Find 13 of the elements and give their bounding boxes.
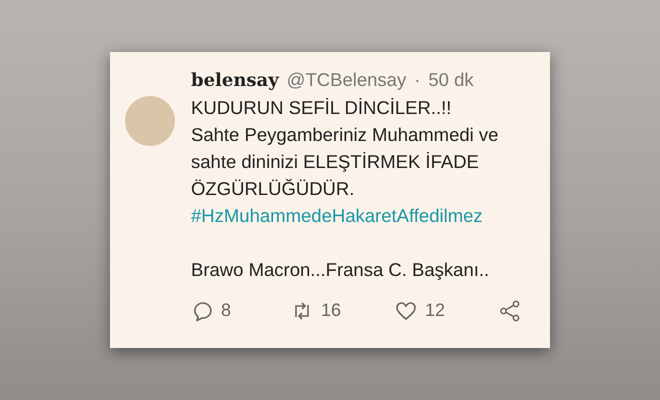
like-count: 12	[425, 299, 446, 322]
retweet-count: 16	[321, 299, 342, 322]
separator: ·	[414, 68, 420, 92]
hashtag-link[interactable]: #HzMuhammedeHakaretAffedilmez	[191, 202, 540, 229]
tweet-text: Sahte Peygamberiniz Muhammedi ve	[191, 123, 500, 147]
tweet-text: Brawo Macron...Fransa C. Başkanı..	[191, 258, 490, 282]
tweet-text: KUDURUN SEFİL DİNCİLER..!!	[191, 96, 452, 120]
reply-count: 8	[221, 299, 232, 322]
tweet-text: sahte dininizi ELEŞTİRMEK İFADE	[191, 150, 480, 174]
handle[interactable]: @TCBelensay	[286, 66, 406, 94]
tweet-text: ÖZGÜRLÜĞÜDÜR.	[191, 177, 356, 201]
display-name[interactable]: belensay	[191, 67, 279, 94]
timestamp[interactable]: 50 dk	[428, 66, 474, 94]
